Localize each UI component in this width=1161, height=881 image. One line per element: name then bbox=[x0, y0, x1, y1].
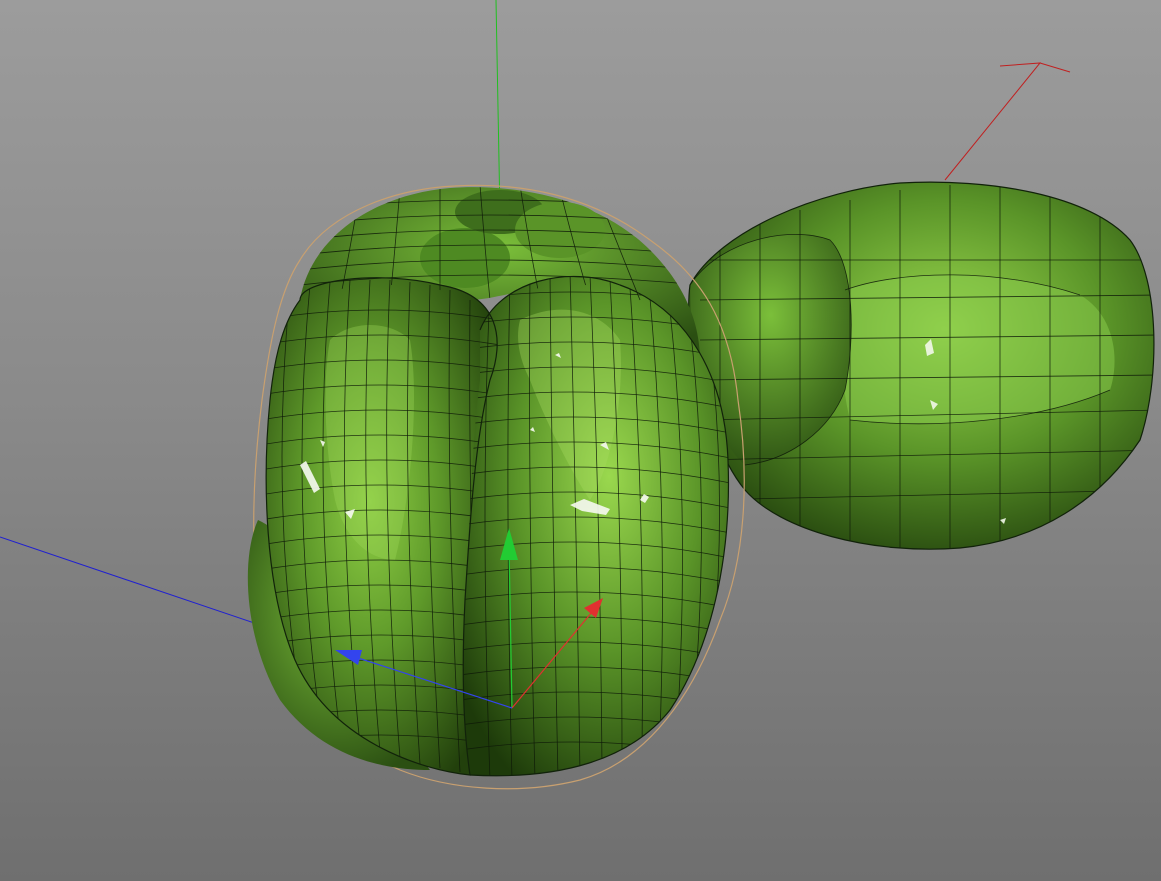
second-fruit-mesh[interactable] bbox=[688, 181, 1160, 560]
world-y-axis bbox=[495, 0, 501, 216]
selected-fruit-mesh[interactable] bbox=[247, 184, 745, 790]
scene-canvas[interactable] bbox=[0, 0, 1161, 881]
world-z-axis bbox=[0, 536, 276, 631]
world-x-axis bbox=[944, 62, 1071, 181]
3d-viewport[interactable] bbox=[0, 0, 1161, 881]
